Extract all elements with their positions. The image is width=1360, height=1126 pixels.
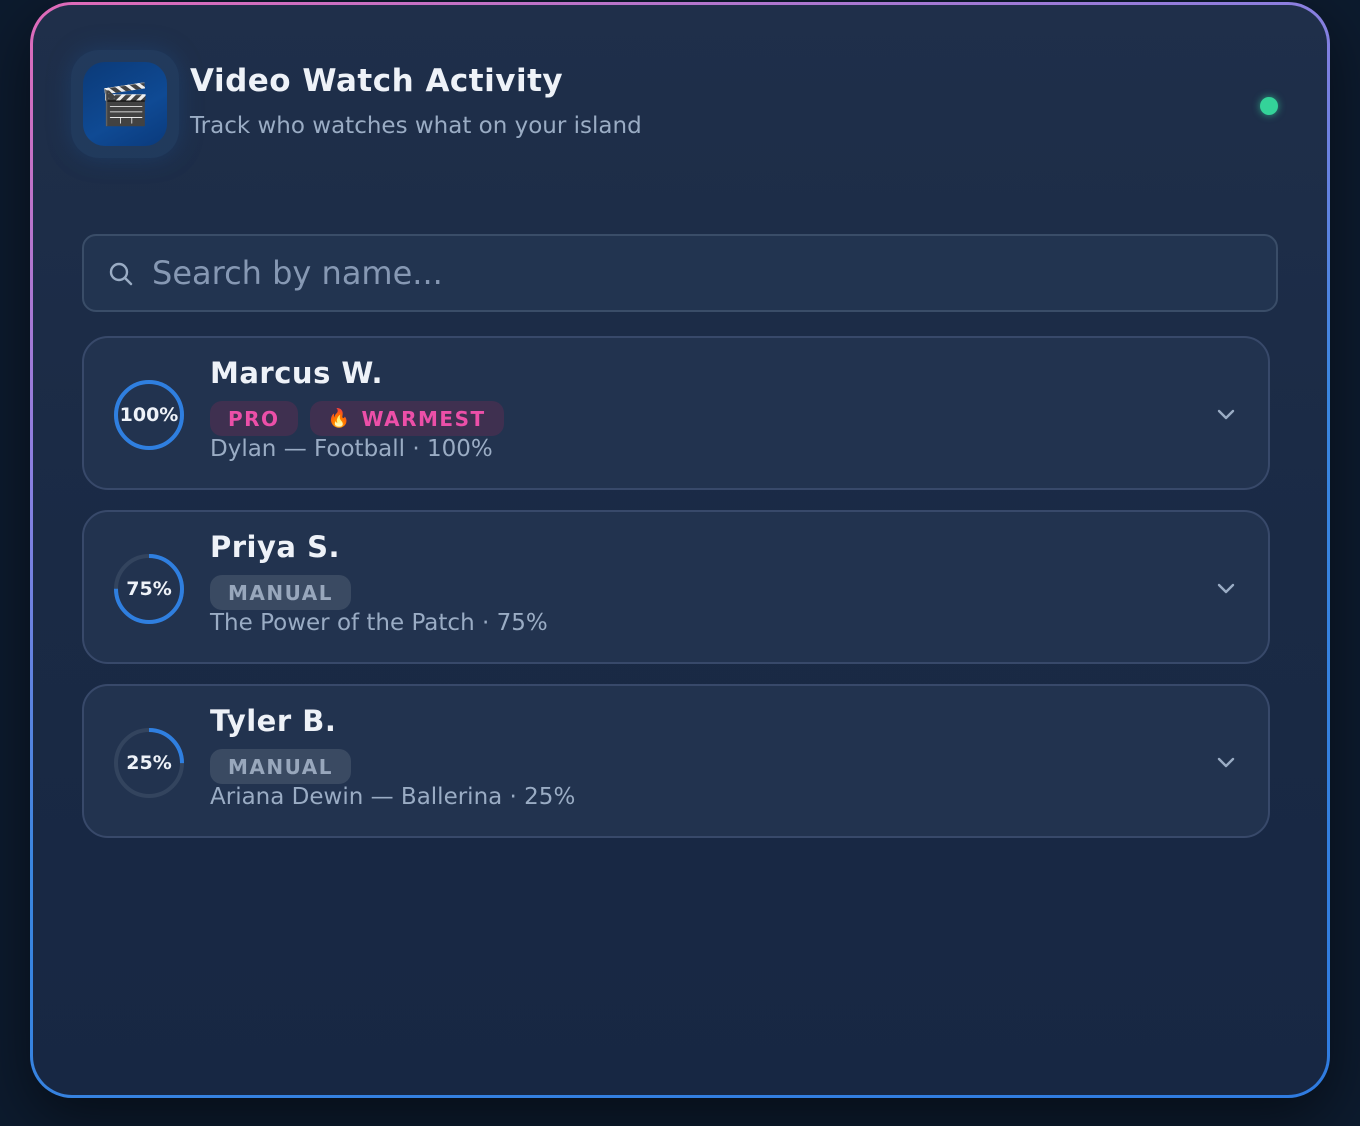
person-name: Tyler B. — [210, 704, 337, 738]
search-icon — [109, 262, 133, 286]
page-subtitle: Track who watches what on your island — [190, 113, 642, 139]
progress-percent: 100% — [119, 404, 179, 426]
warm-badge: 🔥 WARMEST — [309, 401, 504, 436]
status-indicator — [1260, 97, 1278, 115]
chevron-down-icon[interactable] — [1214, 402, 1238, 426]
person-card[interactable]: 75% Priya S. MANUAL The Power of the Patch … — [82, 510, 1270, 664]
manual-badge: MANUAL — [210, 749, 351, 784]
chevron-down-icon[interactable] — [1214, 750, 1238, 774]
fire-icon: 🔥 — [327, 408, 352, 429]
search-box[interactable] — [82, 234, 1278, 312]
watch-detail: Ariana Dewin — Ballerina · 25% — [210, 784, 576, 810]
watch-detail: Dylan — Football · 100% — [210, 436, 493, 462]
badge-row: MANUAL — [210, 575, 351, 610]
badge-label: PRO — [228, 406, 280, 431]
clapper-board-icon: 🎬 — [83, 62, 167, 146]
video-activity-panel: 🎬 Video Watch Activity Track who watches… — [33, 5, 1327, 1095]
search-input[interactable] — [152, 236, 1252, 310]
progress-percent: 25% — [126, 752, 172, 774]
manual-badge: MANUAL — [210, 575, 351, 610]
person-name: Priya S. — [210, 530, 340, 564]
page-title: Video Watch Activity — [190, 63, 564, 99]
pro-badge: PRO — [210, 401, 298, 436]
badge-label: MANUAL — [228, 580, 333, 605]
badge-label: MANUAL — [228, 754, 333, 779]
chevron-down-icon[interactable] — [1214, 576, 1238, 600]
person-name: Marcus W. — [210, 356, 384, 390]
panel-frame: 🎬 Video Watch Activity Track who watches… — [30, 2, 1330, 1098]
app-icon-container: 🎬 — [71, 50, 179, 158]
watch-detail: The Power of the Patch · 75% — [210, 610, 548, 636]
person-card[interactable]: 100% Marcus W. PRO 🔥 WARMEST Dylan — Football… — [82, 336, 1270, 490]
badge-row: PRO 🔥 WARMEST — [210, 401, 504, 436]
badge-label: WARMEST — [361, 406, 486, 431]
progress-percent: 75% — [126, 578, 172, 600]
person-card[interactable]: 25% Tyler B. MANUAL Ariana Dewin — Ballerin… — [82, 684, 1270, 838]
badge-row: MANUAL — [210, 749, 351, 784]
